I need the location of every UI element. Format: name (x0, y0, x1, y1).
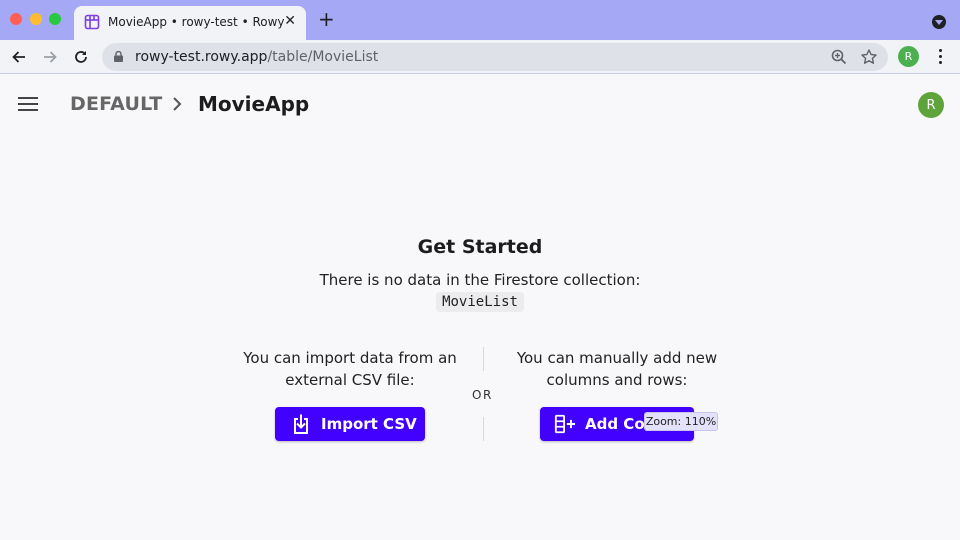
page-title: MovieApp (198, 92, 310, 116)
hamburger-menu-icon[interactable] (18, 96, 38, 112)
or-label: OR (472, 388, 493, 402)
rowy-favicon-icon (84, 14, 100, 30)
browser-tab[interactable]: MovieApp • rowy-test • Rowy ✕ (74, 6, 306, 40)
breadcrumb-section[interactable]: DEFAULT (70, 93, 162, 115)
import-csv-button[interactable]: Import CSV (275, 407, 425, 441)
user-avatar[interactable]: R (918, 92, 944, 118)
divider (483, 347, 484, 371)
forward-button[interactable] (39, 46, 61, 68)
browser-toolbar: rowy-test.rowy.app/table/MovieList R (0, 40, 960, 74)
bookmark-star-icon[interactable] (860, 48, 878, 66)
empty-state-description: There is no data in the Firestore collec… (319, 271, 641, 289)
manual-description: You can manually add new columns and row… (516, 349, 718, 389)
window-maximize-button[interactable] (49, 13, 61, 25)
arrow-right-icon (44, 51, 57, 63)
window-close-button[interactable] (10, 13, 22, 25)
tab-close-icon[interactable]: ✕ (284, 13, 296, 29)
browser-menu-icon[interactable] (934, 49, 946, 65)
url-host: rowy-test.rowy.app (135, 49, 268, 65)
url-path: /table/MovieList (267, 49, 379, 65)
add-column-icon (554, 414, 576, 434)
chevron-right-icon (173, 97, 182, 111)
reload-icon (75, 51, 87, 63)
tab-search-icon[interactable] (932, 15, 946, 29)
back-button[interactable] (8, 46, 30, 68)
collection-name: MovieList (436, 292, 524, 312)
tab-title: MovieApp • rowy-test • Rowy (108, 15, 285, 29)
arrow-left-icon (12, 51, 25, 63)
zoom-icon[interactable] (830, 48, 848, 66)
import-icon (294, 414, 308, 434)
reload-button[interactable] (70, 46, 92, 68)
import-csv-label: Import CSV (321, 415, 417, 433)
browser-profile-avatar[interactable]: R (898, 46, 919, 67)
new-tab-button[interactable]: + (318, 9, 335, 29)
empty-state-title: Get Started (417, 236, 543, 258)
window-minimize-button[interactable] (30, 13, 42, 25)
browser-tab-bar: MovieApp • rowy-test • Rowy ✕ + (0, 0, 960, 40)
url-text: rowy-test.rowy.app/table/MovieList (135, 49, 378, 65)
divider (483, 417, 484, 441)
zoom-tooltip: Zoom: 110% (644, 412, 718, 431)
address-bar[interactable]: rowy-test.rowy.app/table/MovieList (102, 43, 888, 71)
lock-icon (114, 51, 123, 62)
import-description: You can import data from an external CSV… (243, 349, 457, 389)
